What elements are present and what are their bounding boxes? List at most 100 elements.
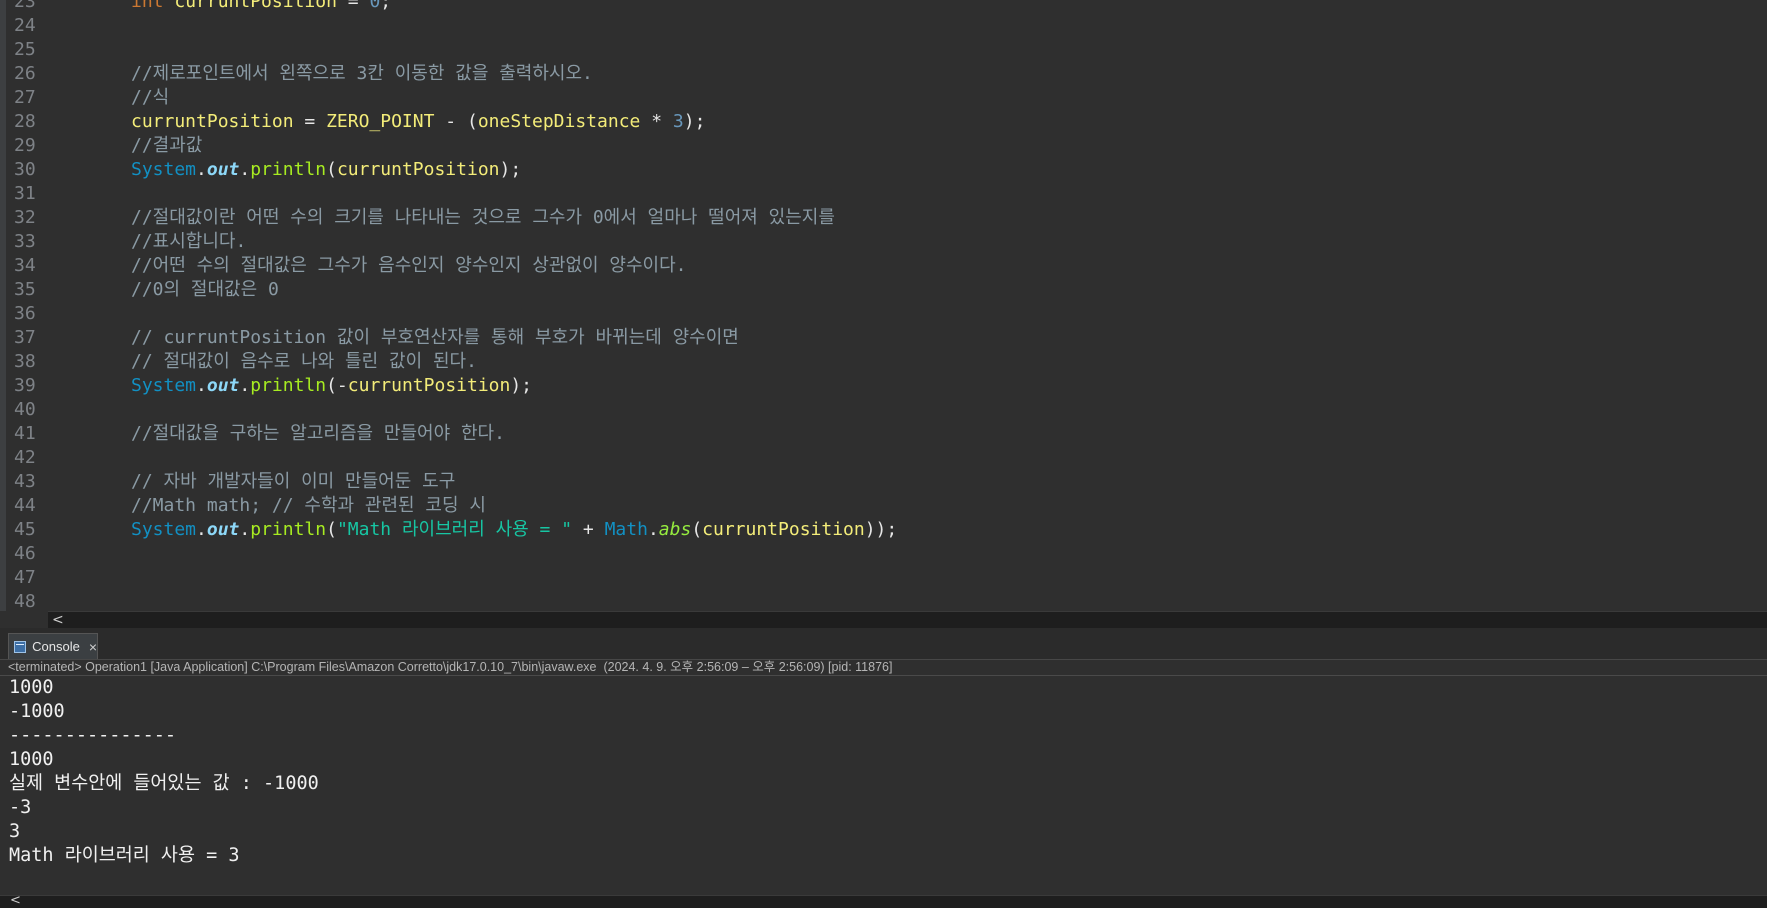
code-text[interactable]: //표시합니다. (131, 230, 246, 254)
code-token: println (250, 519, 327, 540)
scroll-left-arrow-icon[interactable]: < (10, 893, 21, 908)
code-text[interactable]: System.out.println(-curruntPosition); (131, 374, 532, 398)
code-line[interactable]: 47 (6, 566, 1767, 590)
code-line[interactable]: 44 //Math math; // 수학과 관련된 코딩 시 (6, 494, 1767, 518)
code-token: //식 (131, 87, 170, 108)
code-line[interactable]: 43 // 자바 개발자들이 이미 만들어둔 도구 (6, 470, 1767, 494)
code-line[interactable]: 48 (6, 590, 1767, 611)
line-number: 38 (14, 351, 36, 372)
code-token: ; (380, 0, 392, 12)
code-editor[interactable]: 23 int curruntPosition = 0; 24 25 26 //제로포인트에… (0, 0, 1767, 611)
code-text[interactable]: //어떤 수의 절대값은 그수가 음수인지 양수인지 상관없이 양수이다. (131, 254, 687, 278)
code-text[interactable]: //절대값을 구하는 알고리즘을 만들어야 한다. (131, 422, 505, 446)
line-number: 37 (14, 327, 36, 348)
code-token: Math (604, 519, 648, 540)
code-text[interactable]: // 절대값이 음수로 나와 틀린 값이 된다. (131, 350, 477, 374)
code-line[interactable]: 34 //어떤 수의 절대값은 그수가 음수인지 양수인지 상관없이 양수이다. (6, 254, 1767, 278)
console-output[interactable]: 1000 -1000 --------------- 1000 실제 변수안에 들어있는… (0, 676, 1767, 894)
line-number: 33 (14, 231, 36, 252)
editor-horizontal-scrollbar[interactable]: < (48, 611, 1767, 629)
code-token: curruntPosition (702, 519, 865, 540)
code-line[interactable]: 36 (6, 302, 1767, 326)
code-line[interactable]: 29 //결과값 (6, 134, 1767, 158)
code-line[interactable]: 27 //식 (6, 86, 1767, 110)
code-line[interactable]: 42 (6, 446, 1767, 470)
line-number: 35 (14, 279, 36, 300)
code-text[interactable]: System.out.println(curruntPosition); (131, 158, 521, 182)
code-token: ); (499, 159, 522, 180)
code-text[interactable]: System.out.println("Math 라이브러리 사용 = " + … (131, 518, 897, 542)
code-line[interactable]: 35 //0의 절대값은 0 (6, 278, 1767, 302)
console-output-line: -1000 (9, 701, 65, 722)
code-text[interactable]: // 자바 개발자들이 이미 만들어둔 도구 (131, 470, 455, 494)
code-token: * (640, 111, 673, 132)
code-token: )); (864, 519, 898, 540)
code-token: . (239, 375, 251, 396)
line-number: 23 (14, 0, 36, 12)
line-number: 32 (14, 207, 36, 228)
code-line[interactable]: 26 //제로포인트에서 왼쪽으로 3칸 이동한 값을 출력하시오. (6, 62, 1767, 86)
code-token: curruntPosition (347, 375, 511, 396)
code-text[interactable]: //Math math; // 수학과 관련된 코딩 시 (131, 494, 486, 518)
code-text[interactable]: int curruntPosition = 0; (131, 0, 391, 14)
line-number: 46 (14, 543, 36, 564)
line-number: 30 (14, 159, 36, 180)
code-line[interactable]: 23 int curruntPosition = 0; (6, 0, 1767, 14)
code-line[interactable]: 24 (6, 14, 1767, 38)
code-text[interactable]: //식 (131, 86, 169, 110)
editor-scroll-gutter (0, 611, 48, 628)
code-line[interactable]: 38 // 절대값이 음수로 나와 틀린 값이 된다. (6, 350, 1767, 374)
code-token: System (131, 519, 197, 540)
code-text[interactable]: // curruntPosition 값이 부호연산자를 통해 부호가 바뀌는데… (131, 326, 739, 350)
code-token: = (293, 111, 327, 132)
code-text[interactable]: curruntPosition = ZERO_POINT - (oneStepD… (131, 110, 705, 134)
line-number: 41 (14, 423, 36, 444)
code-token: . (196, 159, 207, 180)
code-token: println (250, 159, 327, 180)
line-number: 39 (14, 375, 36, 396)
code-line[interactable]: 37 // curruntPosition 값이 부호연산자를 통해 부호가 바뀌… (6, 326, 1767, 350)
code-token: curruntPosition (174, 0, 337, 12)
code-token: out (206, 375, 240, 396)
code-text[interactable]: //결과값 (131, 134, 202, 158)
console-output-line: 1000 (9, 749, 54, 770)
code-line[interactable]: 40 (6, 398, 1767, 422)
code-token: ZERO_POINT (326, 111, 435, 132)
code-line[interactable]: 39 System.out.println(-curruntPosition); (6, 374, 1767, 398)
code-token: //절대값이란 어떤 수의 크기를 나타내는 것으로 그수가 0에서 얼마나 떨… (131, 207, 835, 228)
line-number: 34 (14, 255, 36, 276)
console-output-line: 1000 (9, 677, 54, 698)
console-horizontal-scrollbar[interactable]: < (0, 893, 1767, 908)
code-line[interactable]: 46 (6, 542, 1767, 566)
code-line[interactable]: 45 System.out.println("Math 라이브러리 사용 = " … (6, 518, 1767, 542)
scroll-left-arrow-icon[interactable]: < (52, 612, 64, 629)
code-line[interactable]: 30 System.out.println(curruntPosition); (6, 158, 1767, 182)
close-icon[interactable]: × (89, 639, 97, 655)
code-token: out (206, 159, 240, 180)
code-token: abs (658, 519, 692, 540)
console-output-line: Math 라이브러리 사용 = 3 (9, 845, 240, 866)
line-number: 29 (14, 135, 36, 156)
line-number: 28 (14, 111, 36, 132)
code-lines[interactable]: 23 int curruntPosition = 0; 24 25 26 //제로포인트에… (6, 0, 1767, 611)
code-text[interactable]: //0의 절대값은 0 (131, 278, 279, 302)
code-line[interactable]: 32 //절대값이란 어떤 수의 크기를 나타내는 것으로 그수가 0에서 얼마나… (6, 206, 1767, 230)
code-text[interactable]: //절대값이란 어떤 수의 크기를 나타내는 것으로 그수가 0에서 얼마나 떨… (131, 206, 835, 230)
code-text[interactable]: //제로포인트에서 왼쪽으로 3칸 이동한 값을 출력하시오. (131, 62, 593, 86)
code-token: //결과값 (131, 135, 203, 156)
tab-console[interactable]: Console × (8, 633, 98, 659)
code-line[interactable]: 25 (6, 38, 1767, 62)
code-token: . (196, 519, 207, 540)
code-line[interactable]: 31 (6, 182, 1767, 206)
code-token: //제로포인트에서 왼쪽으로 3칸 이동한 값을 출력하시오. (131, 63, 593, 84)
code-line[interactable]: 28 curruntPosition = ZERO_POINT - (oneSte… (6, 110, 1767, 134)
code-token: "Math 라이브러리 사용 = " (336, 519, 573, 540)
code-token: (- (326, 375, 348, 396)
code-token: 3 (672, 111, 684, 132)
code-token: . (196, 375, 207, 396)
code-line[interactable]: 33 //표시합니다. (6, 230, 1767, 254)
line-number: 45 (14, 519, 36, 540)
line-number: 40 (14, 399, 36, 420)
code-token: ( (326, 519, 337, 540)
code-line[interactable]: 41 //절대값을 구하는 알고리즘을 만들어야 한다. (6, 422, 1767, 446)
